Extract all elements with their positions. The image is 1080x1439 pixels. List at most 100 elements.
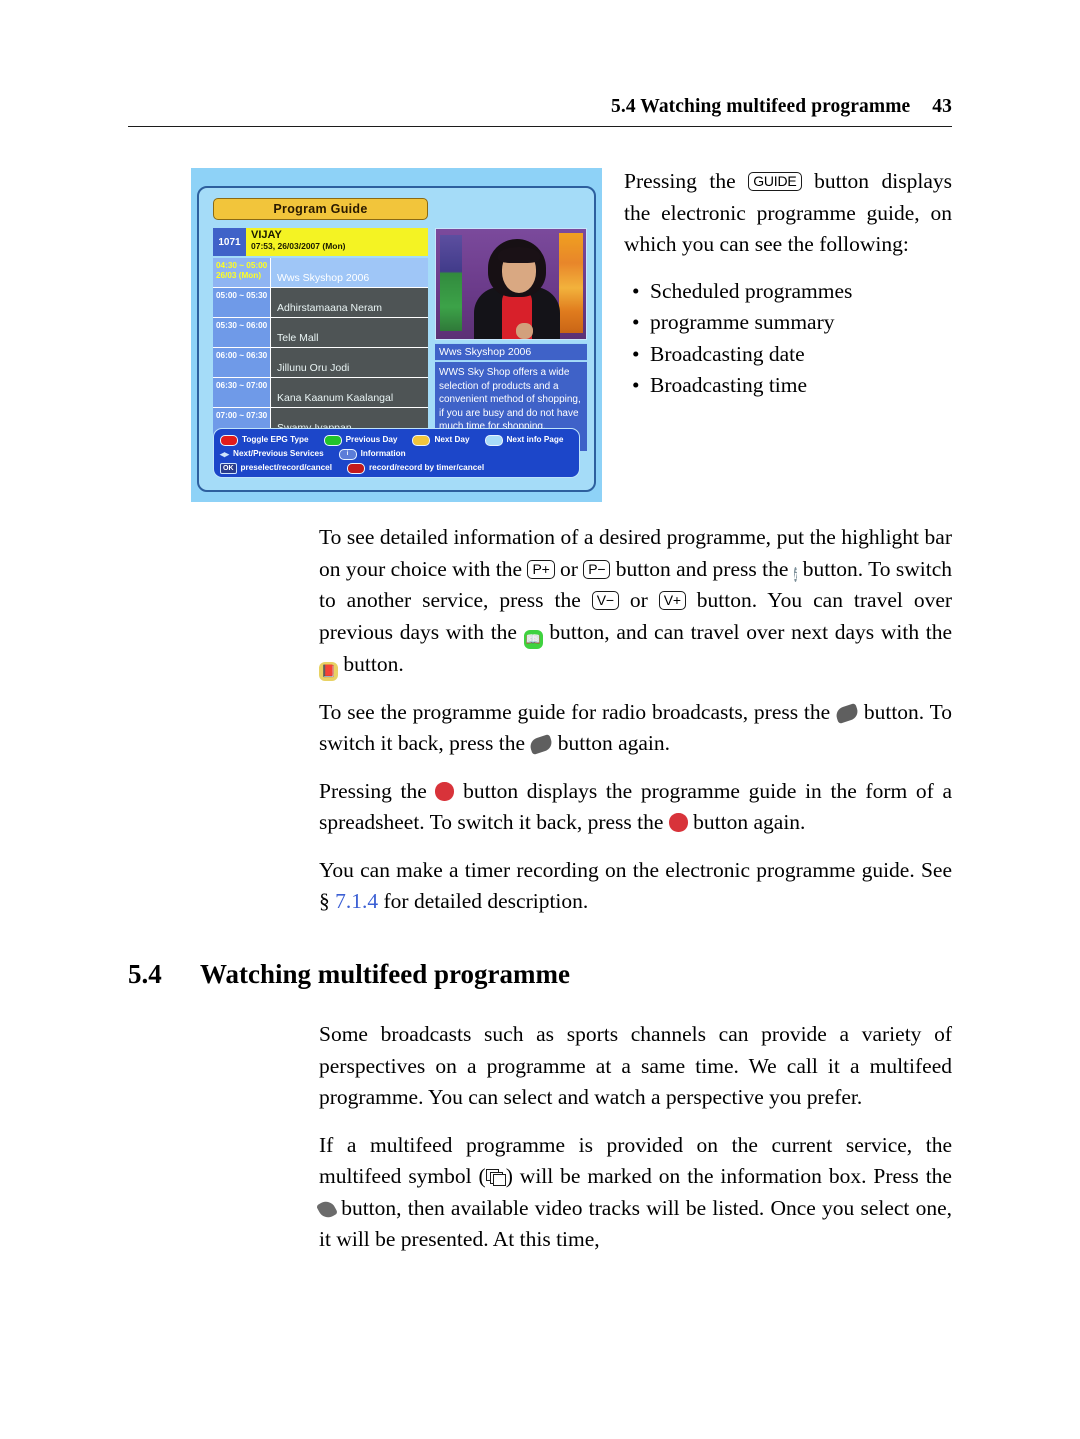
video-set-panel-left [440,235,462,331]
p2-or2: or [629,588,648,612]
epg-info-title: Wws Skyshop 2006 [435,343,587,361]
video-presenter-fringe [498,247,540,263]
epg-help-bar: Toggle EPG Type Previous Day Next Day Ne… [213,428,580,478]
list-item: Broadcasting date [632,339,952,371]
p3-text-c: button again. [557,731,671,755]
video-track-button-icon [315,1197,339,1221]
epg-screenshot-figure: Program Guide 1071 VIJAY 07:53, 26/03/20… [191,168,602,502]
help-line-record: OK preselect/record/cancel record/record… [220,461,573,475]
red-button-icon [435,781,455,801]
epg-channel-header: 1071 VIJAY 07:53, 26/03/2007 (Mon) [213,228,428,256]
epg-row[interactable]: 06:30 ~ 07:00 Kana Kaanum Kaalangal [213,378,428,408]
blue-button-icon[interactable] [484,434,503,446]
intro-column: Pressing the GUIDE button displays the e… [624,166,952,402]
header-rule [128,126,952,127]
p4-text-c: button again. [693,810,806,834]
section-number: 5.4 [128,959,162,989]
p2-text-e: button, and can travel over next days wi… [549,619,953,644]
tv-radio-toggle-icon [834,702,860,724]
epg-row-time: 05:30 ~ 06:00 [216,321,268,330]
epg-row[interactable]: 06:00 ~ 06:30 Jillunu Oru Jodi [213,348,428,378]
epg-row-time: 05:00 ~ 05:30 [216,291,268,300]
intro-paragraph: Pressing the GUIDE button displays the e… [624,166,952,261]
section-title: Watching multifeed programme [200,959,570,989]
p2-or: or [559,556,578,581]
epg-window-title: Program Guide [213,198,428,220]
p2-text-b: button and press the [615,556,789,581]
cross-reference-link[interactable]: 7.1.4 [335,889,378,913]
epg-row-time: 04:30 ~ 05:00 [216,261,268,270]
page-number: 43 [932,96,952,117]
epg-row-time: 06:30 ~ 07:00 [216,381,268,390]
running-header: 5.4 Watching multifeed programme 43 [128,96,952,127]
epg-row[interactable]: 05:30 ~ 06:00 Tele Mall [213,318,428,348]
p5-text-b: for detailed description. [383,889,589,913]
multifeed-symbol-icon [485,1169,506,1186]
epg-row-slot: 04:30 ~ 05:00 26/03 (Mon) [213,258,271,287]
epg-row-slot: 06:30 ~ 07:00 [213,378,271,407]
p7-text-b: ) will be marked on the information box.… [505,1164,952,1188]
yellow-button-icon[interactable] [412,434,431,446]
p-plus-key-icon: P+ [527,559,555,579]
epg-row-title: Adhirstamaana Neram [271,288,428,317]
epg-row[interactable]: 05:00 ~ 05:30 Adhirstamaana Neram [213,288,428,318]
epg-row[interactable]: 04:30 ~ 05:00 26/03 (Mon) Wws Skyshop 20… [213,258,428,288]
epg-window: Program Guide 1071 VIJAY 07:53, 26/03/20… [197,186,596,492]
paragraph-radio-guide: To see the programme guide for radio bro… [319,697,952,760]
help-ok-label: preselect/record/cancel [240,463,332,472]
epg-channel-name: VIJAY [251,229,282,241]
list-item: Scheduled programmes [632,276,952,308]
info-button-icon[interactable]: i [338,448,357,460]
info-button-icon: i [793,566,798,582]
section-heading: 5.4 Watching multifeed programme [128,957,952,991]
video-presenter-hand [516,323,533,339]
red-button-icon [668,813,688,832]
help-record-label: record/record by timer/cancel [368,463,485,472]
help-info-label: Information [360,449,406,458]
epg-channel-clock: 07:53, 26/03/2007 (Mon) [251,241,346,251]
epg-row-time: 07:00 ~ 07:30 [216,411,268,420]
epg-row-slot: 05:30 ~ 06:00 [213,318,271,347]
paragraph-detailed-info: To see detailed information of a desired… [319,522,952,681]
help-blue-label: Next info Page [506,435,564,444]
left-right-arrows-icon[interactable]: ◂▸ [220,449,229,459]
record-button-icon[interactable] [346,462,365,474]
video-set-panel-right [559,233,583,333]
epg-channel-info: VIJAY 07:53, 26/03/2007 (Mon) [246,228,428,256]
help-arrows-label: Next/Previous Services [233,449,324,458]
help-line-colour-keys: Toggle EPG Type Previous Day Next Day Ne… [220,433,573,447]
epg-row-time: 06:00 ~ 06:30 [216,351,268,360]
guide-key-icon: GUIDE [748,172,802,191]
red-button-icon[interactable] [220,434,238,446]
intro-bullet-list: Scheduled programmes programme summary B… [624,276,952,402]
p7-text-c: button, then available video tracks will… [319,1195,953,1252]
help-green-label: Previous Day [345,435,398,444]
epg-row-slot: 06:00 ~ 06:30 [213,348,271,377]
tv-radio-toggle-icon [528,733,555,756]
green-button-icon[interactable] [323,434,342,446]
header-section-title: 5.4 Watching multifeed programme [611,96,911,117]
help-yellow-label: Next Day [434,435,470,444]
epg-row-date: 26/03 (Mon) [216,271,262,280]
header-line: 5.4 Watching multifeed programme 43 [128,96,952,118]
paragraph-multifeed-symbol: If a multifeed programme is provided on … [315,1130,953,1256]
paragraph-spreadsheet-view: Pressing the button displays the program… [319,776,952,839]
main-body-column: To see detailed information of a desired… [319,522,952,934]
epg-row-slot: 05:00 ~ 05:30 [213,288,271,317]
epg-channel-number: 1071 [213,228,246,256]
p2-text-f: button. [343,651,404,676]
epg-video-preview [435,228,587,340]
help-line-navigation: ◂▸ Next/Previous Services i Information [220,447,573,461]
p-minus-key-icon: P− [583,559,611,579]
list-item: Broadcasting time [632,370,952,402]
previous-day-book-icon: 📖 [523,629,543,649]
next-day-book-icon: 📕 [319,661,338,681]
section-body-column: Some broadcasts such as sports channels … [315,1019,953,1272]
p3-text-a: To see the programme guide for radio bro… [319,699,831,724]
intro-text-a: Pressing the [624,169,736,193]
ok-key-icon[interactable]: OK [220,462,237,474]
epg-program-grid: 1071 VIJAY 07:53, 26/03/2007 (Mon) 04:30… [213,228,428,438]
p4-text-a: Pressing the [319,778,427,803]
epg-row-title: Jillunu Oru Jodi [271,348,428,377]
help-red-label: Toggle EPG Type [242,435,309,444]
